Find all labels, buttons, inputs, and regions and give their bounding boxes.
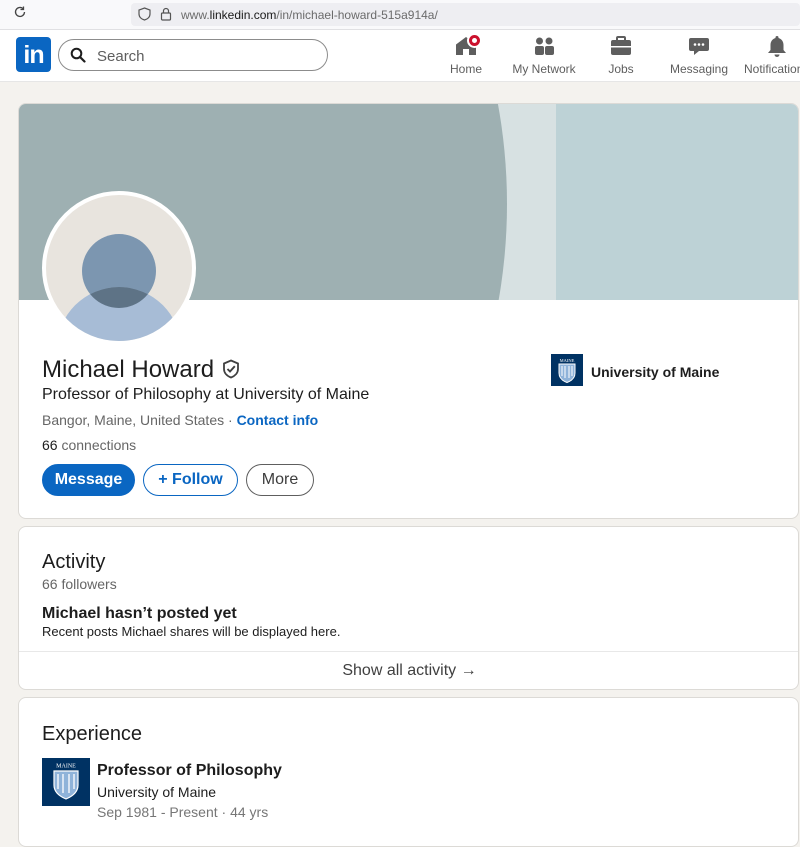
company-logo[interactable]: MAINE [42,758,90,806]
university-logo[interactable]: MAINE [551,354,583,386]
profile-location: Bangor, Maine, United States [42,412,225,428]
connections-label: connections [57,437,137,453]
notification-badge [467,33,482,48]
reload-icon[interactable] [13,5,27,19]
logo-text: MAINE [560,358,575,363]
nav-jobs-label: Jobs [608,62,634,76]
url-domain: linkedin.com [209,8,277,22]
empty-activity-title: Michael hasn’t posted yet [42,605,237,622]
global-nav: in Home My Network J [0,30,800,82]
separator-dot: · [224,412,237,428]
avatar[interactable] [42,191,196,345]
profile-headline: Professor of Philosophy at University of… [42,386,370,403]
url-path: /in/michael-howard-515a914a/ [276,8,438,22]
nav-my-network-label: My Network [512,62,576,76]
browser-toolbar: www.linkedin.com/in/michael-howard-515a9… [0,0,800,30]
experience-card: Experience MAINE Professor of Philosophy… [18,697,799,847]
education-school-name[interactable]: University of Maine [591,364,719,380]
experience-title: Experience [42,723,143,745]
show-all-activity-button[interactable]: Show all activity → [19,651,798,689]
contact-info-link[interactable]: Contact info [237,412,319,428]
empty-activity-subtitle: Recent posts Michael shares will be disp… [42,624,341,639]
home-icon [454,33,482,58]
nav-notifications-label: Notifications [744,62,800,76]
linkedin-logo[interactable]: in [16,37,51,72]
message-button[interactable]: Message [42,464,135,496]
search-input[interactable] [95,45,319,67]
nav-notifications[interactable]: Notifications [744,34,800,78]
activity-card: Activity 66 followers Michael hasn’t pos… [18,526,799,690]
network-icon [532,34,556,58]
experience-dates: Sep 1981 - Present · 44 yrs [97,804,269,820]
connections-count[interactable]: 66 connections [42,437,136,453]
nav-messaging[interactable]: Messaging [668,34,730,78]
more-button[interactable]: More [246,464,314,496]
followers-count: 66 followers [42,576,117,592]
nav-my-network[interactable]: My Network [509,34,579,78]
location-row: Bangor, Maine, United States · Contact i… [42,412,318,428]
activity-title: Activity [42,551,106,573]
experience-position[interactable]: Professor of Philosophy [97,762,282,780]
bell-icon [765,34,789,58]
follow-button[interactable]: + Follow [143,464,238,496]
url-prefix: www. [181,8,210,22]
verified-icon[interactable] [221,359,241,379]
briefcase-icon [609,34,633,58]
profile-name: Michael Howard [42,356,215,383]
url-text[interactable]: www.linkedin.com/in/michael-howard-515a9… [181,8,438,22]
profile-card: Michael Howard Professor of Philosophy a… [18,103,799,519]
logo-text: MAINE [56,764,76,770]
nav-jobs[interactable]: Jobs [600,34,642,78]
experience-company: University of Maine [97,784,217,800]
lock-icon[interactable] [160,7,172,21]
chat-icon [687,34,711,58]
shield-icon[interactable] [138,7,151,21]
nav-messaging-label: Messaging [669,62,729,76]
nav-home-label: Home [449,62,482,76]
search-box[interactable] [58,39,328,71]
search-icon [70,47,86,63]
nav-home[interactable]: Home [446,33,486,78]
connections-number: 66 [42,437,58,453]
